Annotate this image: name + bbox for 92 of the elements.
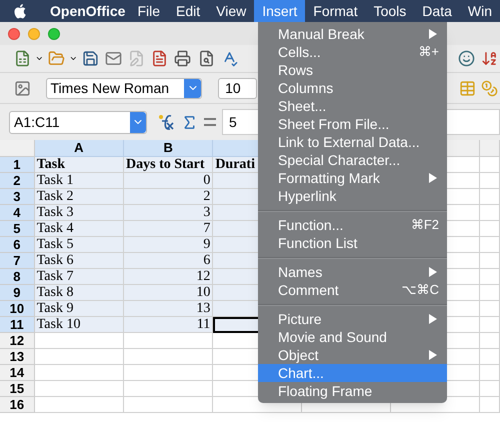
row-header[interactable]: 14 (0, 365, 35, 381)
table-cell: 9 (124, 237, 214, 253)
table-cell (480, 285, 500, 301)
row-header[interactable]: 16 (0, 397, 35, 413)
menu-item[interactable]: Names (258, 263, 447, 281)
row-header[interactable]: 13 (0, 349, 35, 365)
menu-item[interactable]: Win (460, 0, 500, 22)
table-cell: 0 (124, 173, 214, 189)
table-cell (480, 189, 500, 205)
table-cell: Task 2 (34, 189, 124, 205)
table-cell (480, 349, 500, 365)
close-icon[interactable] (8, 28, 20, 40)
table-cell (480, 381, 500, 397)
menu-item[interactable]: Tools (366, 0, 414, 22)
table-cell: 6 (124, 253, 214, 269)
navigator-icon[interactable] (456, 48, 477, 70)
row-header[interactable]: 10 (0, 301, 35, 317)
menu-item[interactable]: Comment ⌥⌘C (258, 281, 447, 299)
menu-item[interactable]: Insert (254, 0, 306, 22)
row-header[interactable]: 4 (0, 205, 35, 221)
row-header[interactable]: 9 (0, 285, 35, 301)
table-cell (480, 173, 500, 189)
menu-item[interactable]: Format (305, 0, 366, 22)
table-cell (480, 157, 500, 173)
table-cell (480, 237, 500, 253)
table-cell: Task 8 (34, 285, 124, 301)
table-cell: Days to Start (124, 157, 214, 173)
menu-item[interactable]: Columns (258, 79, 447, 97)
table-cell (480, 269, 500, 285)
menu-item[interactable]: Edit (168, 0, 208, 22)
row-header[interactable]: 8 (0, 269, 35, 285)
table-cell: Task 9 (34, 301, 124, 317)
row-header[interactable]: 2 (0, 173, 35, 189)
menu-item[interactable]: Function List (258, 234, 447, 252)
menu-item[interactable]: Chart... (258, 364, 447, 382)
menu-item[interactable]: Floating Frame (258, 382, 447, 400)
menu-item[interactable]: Picture (258, 310, 447, 328)
menu-item[interactable]: Manual Break (258, 25, 447, 43)
table-cell: Task 5 (34, 237, 124, 253)
column-header[interactable]: A (34, 140, 124, 157)
column-header[interactable]: B (124, 140, 214, 157)
table-cell: Task 1 (34, 173, 124, 189)
menu-item[interactable]: Hyperlink (258, 187, 447, 205)
table-cell (480, 317, 500, 333)
row-header[interactable]: 15 (0, 381, 35, 397)
table-cell: Task 4 (34, 221, 124, 237)
menu-item[interactable]: View (208, 0, 254, 22)
menu-item[interactable]: Sheet... (258, 97, 447, 115)
table-cell: 12 (124, 269, 214, 285)
row-header[interactable]: 6 (0, 237, 35, 253)
font-name-field[interactable]: Times New Roman (46, 78, 202, 98)
menu-item[interactable]: Cells... ⌘+ (258, 43, 447, 61)
menu-item[interactable]: Movie and Sound (258, 328, 447, 346)
menu-item[interactable]: Sheet From File... (258, 115, 447, 133)
name-box[interactable]: A1:C11 (9, 110, 147, 134)
menu-item[interactable]: File (129, 0, 168, 22)
table-cell: Task (34, 157, 124, 173)
table-cell: Task 7 (34, 269, 124, 285)
row-header[interactable]: 12 (0, 333, 35, 349)
table-cell (480, 333, 500, 349)
table-cell: 11 (124, 317, 214, 333)
caret-icon[interactable] (69, 54, 78, 63)
zoom-icon[interactable] (48, 28, 60, 40)
table-cell (480, 397, 500, 413)
table-cell (480, 221, 500, 237)
table-cell: 13 (124, 301, 214, 317)
table-cell (480, 301, 500, 317)
menu-item[interactable]: Function... ⌘F2 (258, 216, 447, 234)
apple-logo-icon[interactable] (14, 3, 26, 19)
table-cell: 2 (124, 189, 214, 205)
table-cell: Task 6 (34, 253, 124, 269)
function-wizard-icon[interactable] (157, 114, 175, 130)
table-cell (480, 205, 500, 221)
table-cell: 10 (124, 285, 214, 301)
row-header[interactable]: 3 (0, 189, 35, 205)
menu-item[interactable]: Link to External Data... (258, 133, 447, 151)
table-cell (480, 253, 500, 269)
menu-item[interactable]: Data (414, 0, 460, 22)
row-header[interactable]: 11 (0, 317, 35, 333)
font-size-field[interactable]: 10 (218, 78, 258, 98)
menu-item[interactable]: Object (258, 346, 447, 364)
table-cell: 7 (124, 221, 214, 237)
menu-item[interactable]: Rows (258, 61, 447, 79)
row-header[interactable]: 5 (0, 221, 35, 237)
row-header[interactable]: 7 (0, 253, 35, 269)
caret-icon[interactable] (35, 54, 44, 63)
row-header[interactable]: 1 (0, 157, 35, 173)
table-cell: Task 3 (34, 205, 124, 221)
app-menu[interactable]: OpenOffice (46, 0, 130, 22)
table-cell: Task 10 (34, 317, 124, 333)
table-cell: 3 (124, 205, 214, 221)
table-cell (480, 365, 500, 381)
